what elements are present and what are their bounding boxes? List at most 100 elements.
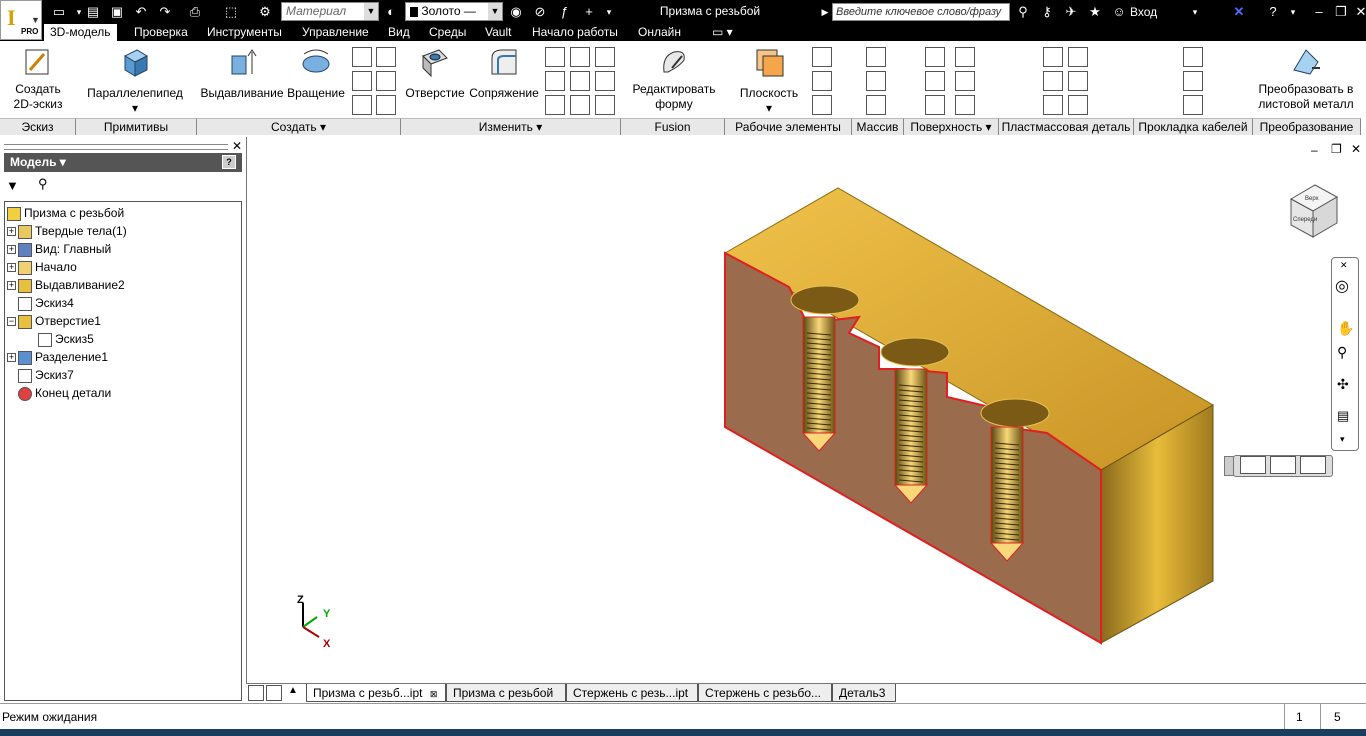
restore-button[interactable]: ❐ xyxy=(1332,3,1350,21)
thicken-icon[interactable] xyxy=(925,47,945,67)
graphics-window[interactable]: – ❐ ✕ Z Y X Верх Спереди ✕ ◎ ✋ ⚲ ✣ ▤ ▾ xyxy=(246,137,1366,683)
save-icon[interactable]: ▣ xyxy=(108,3,126,21)
boss-icon[interactable] xyxy=(1043,71,1063,91)
close-icon[interactable]: ✕ xyxy=(232,139,242,153)
ribbon-cable-icon[interactable] xyxy=(1183,95,1203,115)
feature-edit-icon[interactable] xyxy=(1270,456,1296,474)
sculpt-icon[interactable] xyxy=(925,71,945,91)
tree-item[interactable]: Эскиз4 xyxy=(7,294,74,312)
help-icon[interactable]: ? xyxy=(1264,3,1282,21)
cascade-icon[interactable] xyxy=(248,685,264,701)
tree-expander[interactable]: + xyxy=(7,281,16,291)
tree-expander[interactable] xyxy=(7,389,16,398)
box-button[interactable]: Параллелепипед ▾ xyxy=(80,46,190,116)
split-icon[interactable] xyxy=(570,71,590,91)
tab-view[interactable]: Вид xyxy=(388,24,410,41)
binoculars-icon[interactable]: ⚲ xyxy=(1014,3,1032,21)
coil-icon[interactable] xyxy=(376,47,396,67)
tree-item[interactable]: Эскиз7 xyxy=(7,366,74,384)
orbit-icon[interactable]: ✣ xyxy=(1337,376,1349,393)
chevron-down-icon[interactable]: ▾ xyxy=(1340,434,1345,445)
tab-get-started[interactable]: Начало работы xyxy=(532,24,618,41)
redo-icon[interactable]: ↷ xyxy=(156,3,174,21)
tree-item[interactable]: + Начало xyxy=(7,258,77,276)
user-icon[interactable]: ☺ xyxy=(1110,3,1128,21)
lip-icon[interactable] xyxy=(1068,95,1088,115)
emboss-icon[interactable] xyxy=(376,71,396,91)
tile-icon[interactable] xyxy=(266,685,282,701)
print-icon[interactable]: ⎙ xyxy=(186,3,204,21)
plane-button[interactable]: Плоскость ▾ xyxy=(734,46,804,116)
edit-form-button[interactable]: Редактировать форму xyxy=(626,46,722,112)
close-button[interactable]: ✕ xyxy=(1352,3,1366,21)
tree-expander[interactable] xyxy=(27,335,36,344)
ribbon-display-toggle[interactable]: ▭ ▾ xyxy=(712,24,733,41)
thread-icon[interactable] xyxy=(570,47,590,67)
model-canvas[interactable]: Z Y X Верх Спереди xyxy=(247,137,1365,683)
doc-tab-1[interactable]: Призма с резьб...ipt ⊠ xyxy=(306,684,446,702)
stitch-icon[interactable] xyxy=(955,47,975,67)
star-icon[interactable]: ★ xyxy=(1086,3,1104,21)
create-2d-sketch-button[interactable]: Создать 2D-эскиз xyxy=(6,46,70,112)
ucs-icon[interactable] xyxy=(812,95,832,115)
tree-item[interactable]: Призма с резьбой xyxy=(7,204,124,222)
move-bodies-icon[interactable] xyxy=(595,95,615,115)
pan-icon[interactable]: ✋ xyxy=(1337,320,1354,337)
minimize-button[interactable]: – xyxy=(1310,3,1328,21)
doc-tab-2[interactable]: Призма с резьбой xyxy=(446,684,566,702)
appearance-icon[interactable]: ◐ xyxy=(382,3,400,21)
sweep-icon[interactable] xyxy=(352,71,372,91)
extrude-button[interactable]: Выдавливание xyxy=(200,46,284,101)
cable-icon[interactable] xyxy=(1183,71,1203,91)
point-icon[interactable] xyxy=(812,71,832,91)
tab-3d-model[interactable]: 3D-модель xyxy=(44,24,117,41)
chevron-down-icon[interactable]: ▾ xyxy=(1284,3,1302,21)
shell-icon[interactable] xyxy=(545,71,565,91)
tree-item[interactable]: + Твердые тела(1) xyxy=(7,222,127,240)
tab-manage[interactable]: Управление xyxy=(302,24,369,41)
delete-face-icon[interactable] xyxy=(955,95,975,115)
fillet-button[interactable]: Сопряжение xyxy=(468,46,540,101)
group-surface[interactable]: Поверхность ▾ xyxy=(904,118,999,135)
rest-icon[interactable] xyxy=(1068,71,1088,91)
clear-icon[interactable]: ⊘ xyxy=(531,3,549,21)
mirror-icon[interactable] xyxy=(866,95,886,115)
copy-object-icon[interactable] xyxy=(595,71,615,91)
patch-icon[interactable] xyxy=(925,95,945,115)
hole-button[interactable]: Отверстие xyxy=(404,46,466,101)
application-menu-button[interactable]: I PRO ▼ xyxy=(0,0,42,40)
doc-tab-4[interactable]: Стержень с резьбо... xyxy=(698,684,832,702)
steering-wheel-icon[interactable]: ◎ xyxy=(1335,276,1349,296)
trim-icon[interactable] xyxy=(955,71,975,91)
tree-item[interactable]: Конец детали xyxy=(7,384,111,402)
filter-icon[interactable]: ▼ xyxy=(6,178,19,193)
material-select[interactable]: Материал ▼ xyxy=(281,2,379,21)
undo-icon[interactable]: ↶ xyxy=(132,3,150,21)
appearance-select[interactable]: Золото — ▼ xyxy=(405,2,503,21)
combine-icon[interactable] xyxy=(570,95,590,115)
select-icon[interactable]: ⬚ xyxy=(222,3,240,21)
tree-expander[interactable]: + xyxy=(7,263,16,273)
tree-expander[interactable] xyxy=(7,371,16,380)
group-modify[interactable]: Изменить ▾ xyxy=(401,118,621,135)
tab-inspect[interactable]: Проверка xyxy=(134,24,188,41)
tree-item[interactable]: + Выдавливание2 xyxy=(7,276,125,294)
grip-icon[interactable] xyxy=(1224,456,1234,476)
tab-online[interactable]: Онлайн xyxy=(638,24,681,41)
grill-icon[interactable] xyxy=(1043,47,1063,67)
tab-vault[interactable]: Vault xyxy=(485,24,511,41)
tab-environments[interactable]: Среды xyxy=(429,24,466,41)
open-folder-icon[interactable]: ▤ xyxy=(84,3,102,21)
satellite-icon[interactable]: ✈ xyxy=(1062,3,1080,21)
tree-item[interactable]: + Вид: Главный xyxy=(7,240,111,258)
close-icon[interactable]: ✕ xyxy=(1340,260,1348,271)
rectangular-pattern-icon[interactable] xyxy=(866,47,886,67)
tree-expander[interactable]: + xyxy=(7,353,16,363)
doc-tab-5[interactable]: Деталь3 xyxy=(832,684,896,702)
adjust-icon[interactable]: ◉ xyxy=(507,3,525,21)
tree-item[interactable]: − Отверстие1 xyxy=(7,312,101,330)
sketch-edit-icon[interactable] xyxy=(1240,456,1266,474)
axis-icon[interactable] xyxy=(812,47,832,67)
tree-expander[interactable]: − xyxy=(7,317,16,327)
new-file-icon[interactable]: ▭ xyxy=(50,3,68,21)
